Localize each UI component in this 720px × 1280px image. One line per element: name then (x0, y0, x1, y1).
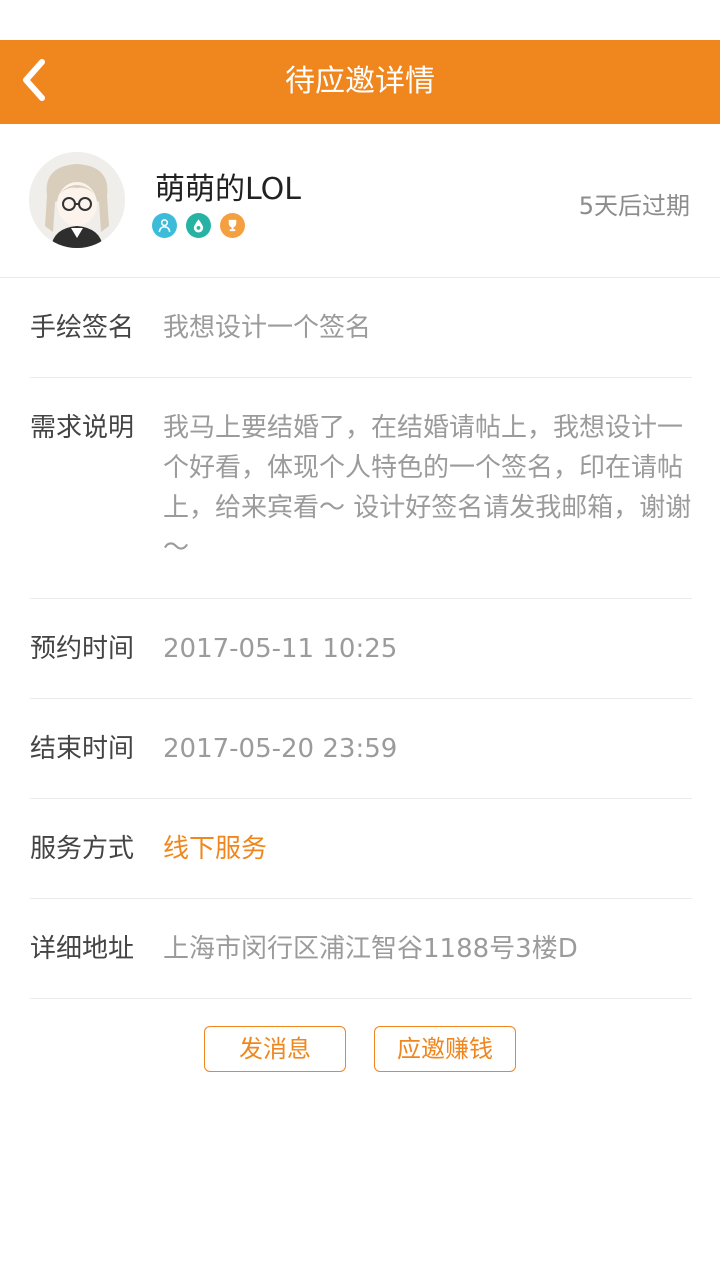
page-title: 待应邀详情 (285, 64, 435, 99)
avatar[interactable] (29, 152, 125, 248)
accept-invite-button[interactable]: 应邀赚钱 (374, 1026, 516, 1072)
username: 萌萌的LOL (155, 172, 301, 207)
drop-icon (186, 213, 211, 238)
row-value: 2017-05-11 10:25 (163, 634, 398, 664)
row-label: 详细地址 (30, 934, 135, 964)
row-label: 结束时间 (30, 734, 135, 764)
detail-row-end-time: 结束时间 2017-05-20 23:59 (30, 699, 692, 799)
row-value: 我马上要结婚了，在结婚请帖上，我想设计一个好看，体现个人特色的一个签名，印在请帖… (163, 413, 692, 563)
send-message-button[interactable]: 发消息 (204, 1026, 346, 1072)
row-value: 2017-05-20 23:59 (163, 734, 398, 764)
row-label: 服务方式 (30, 834, 135, 864)
trophy-icon (220, 213, 245, 238)
detail-row-service-mode: 服务方式 线下服务 (30, 799, 692, 899)
user-profile-card: 萌萌的LOL 5天后过期 (0, 124, 720, 278)
detail-row-address: 详细地址 上海市闵行区浦江智谷1188号3楼D (30, 899, 692, 999)
detail-row-description: 需求说明 我马上要结婚了，在结婚请帖上，我想设计一个好看，体现个人特色的一个签名… (30, 378, 692, 599)
row-value: 线下服务 (163, 834, 268, 864)
user-badges (152, 213, 245, 238)
row-value: 我想设计一个签名 (163, 313, 372, 343)
detail-row-title: 手绘签名 我想设计一个签名 (30, 278, 692, 378)
row-label: 手绘签名 (30, 313, 135, 343)
detail-list: 手绘签名 我想设计一个签名 需求说明 我马上要结婚了，在结婚请帖上，我想设计一个… (30, 278, 692, 999)
row-label: 预约时间 (30, 634, 135, 664)
row-value: 上海市闵行区浦江智谷1188号3楼D (163, 934, 578, 964)
detail-row-appointment-time: 预约时间 2017-05-11 10:25 (30, 599, 692, 699)
action-bar: 发消息 应邀赚钱 (0, 1026, 720, 1072)
expire-text: 5天后过期 (578, 192, 690, 220)
user-icon (152, 213, 177, 238)
row-label: 需求说明 (30, 413, 135, 443)
app-header: 待应邀详情 (0, 40, 720, 124)
